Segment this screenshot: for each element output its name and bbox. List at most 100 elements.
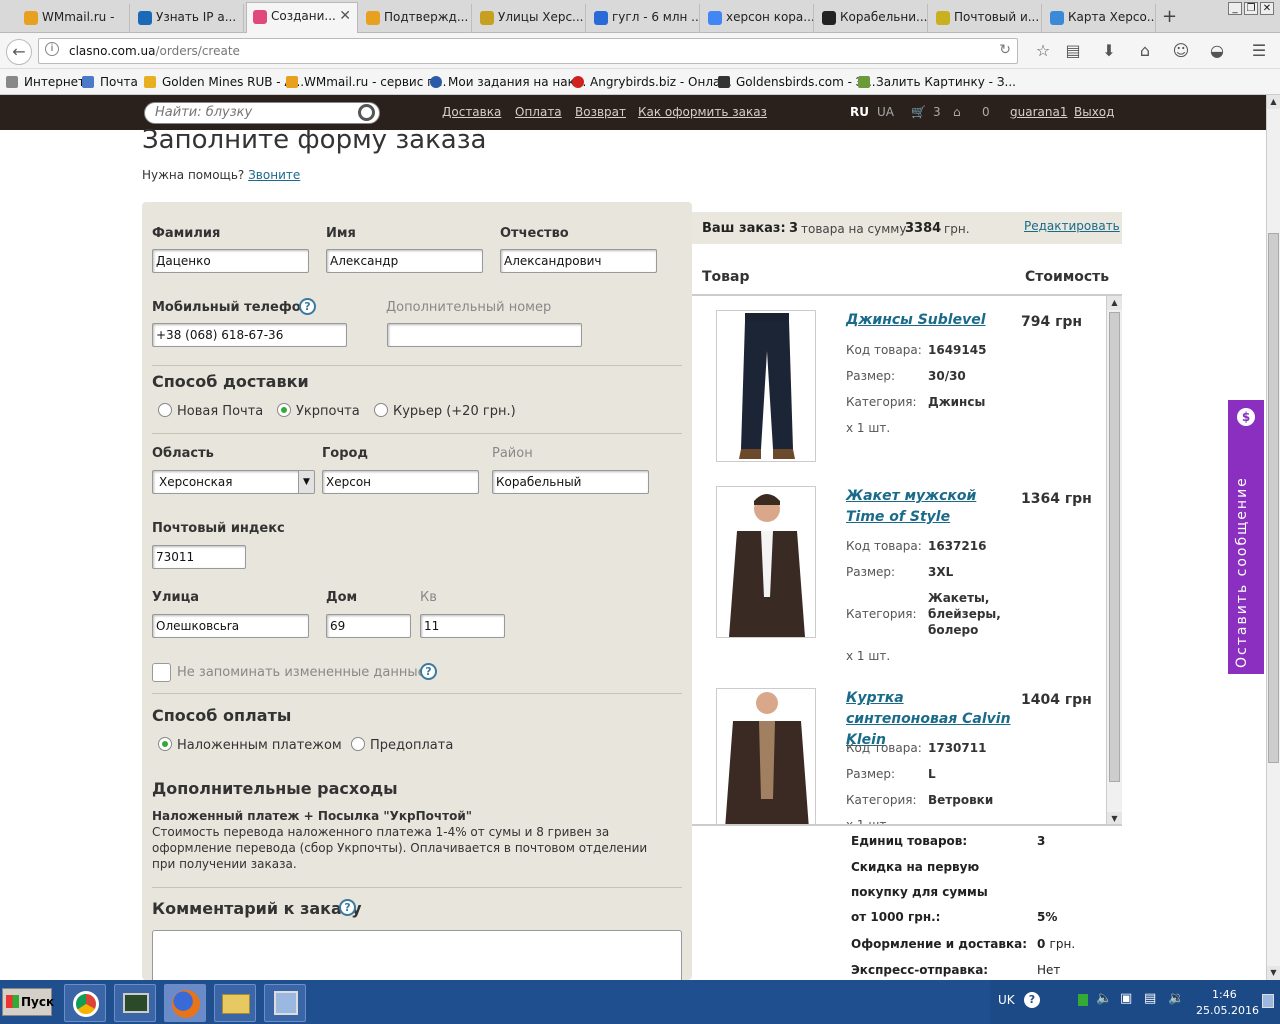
- bookmark-item[interactable]: Почта: [82, 75, 138, 89]
- browser-tab[interactable]: Карта Херсо...: [1044, 4, 1156, 33]
- delivery-novaposhta-radio[interactable]: Новая Почта: [158, 403, 263, 419]
- district-input[interactable]: Корабельный: [492, 470, 649, 494]
- site-search[interactable]: [144, 102, 380, 124]
- product-name-link[interactable]: Жакет мужской Time of Style: [846, 486, 1011, 528]
- taskmgr-taskbar-icon[interactable]: [114, 984, 156, 1022]
- info-icon[interactable]: i: [45, 42, 59, 56]
- scrollbar-thumb[interactable]: [1109, 312, 1120, 782]
- apt-input[interactable]: 11: [420, 614, 505, 638]
- user-link[interactable]: guarana1: [1010, 105, 1067, 119]
- bookmark-item[interactable]: Goldensbirds.com - Э...: [718, 75, 876, 89]
- city-input[interactable]: Херсон: [322, 470, 479, 494]
- browser-tab[interactable]: Почтовый и...: [930, 4, 1042, 33]
- back-arrow-icon[interactable]: ←: [6, 39, 32, 65]
- search-input[interactable]: [155, 105, 355, 120]
- nav-delivery-link[interactable]: Доставка: [442, 105, 501, 119]
- scroll-up-icon[interactable]: ▲: [1107, 296, 1122, 310]
- surname-input[interactable]: Даценко: [152, 249, 309, 273]
- order-item-list[interactable]: Джинсы Sublevel 794 грн Код товара: 1649…: [692, 294, 1122, 826]
- nav-return-link[interactable]: Возврат: [575, 105, 626, 119]
- delivery-courier-radio[interactable]: Курьер (+20 грн.): [374, 403, 516, 419]
- help-icon[interactable]: ?: [420, 663, 437, 680]
- browser-tab[interactable]: Корабельни...: [816, 4, 928, 33]
- cart-icon[interactable]: 🛒: [911, 105, 926, 119]
- bookmark-item[interactable]: Залить Картинку - З...: [858, 75, 1016, 89]
- chrome-taskbar-icon[interactable]: [64, 984, 106, 1022]
- reading-list-icon[interactable]: ▤: [1060, 39, 1086, 65]
- delivery-ukrposhta-radio[interactable]: Укрпочта: [277, 403, 360, 419]
- home-icon[interactable]: ⌂: [1132, 39, 1158, 65]
- payment-prepay-radio[interactable]: Предоплата: [351, 737, 453, 753]
- restore-button[interactable]: ❐: [1244, 2, 1258, 15]
- language-indicator[interactable]: UK: [998, 993, 1015, 1007]
- bookmark-item[interactable]: Angrybirds.biz - Онла...: [572, 75, 732, 89]
- phone-input[interactable]: +38 (068) 618-67-36: [152, 323, 347, 347]
- payment-cod-radio[interactable]: Наложенным платежом: [158, 737, 342, 753]
- edit-order-link[interactable]: Редактировать: [1024, 219, 1120, 233]
- extra-phone-input[interactable]: [387, 323, 582, 347]
- lang-ua[interactable]: UA: [877, 105, 894, 119]
- tray-icon[interactable]: ▤: [1144, 991, 1156, 1006]
- new-tab-button[interactable]: +: [1162, 6, 1177, 27]
- leave-message-tab[interactable]: $ Оставить сообщение: [1228, 400, 1264, 674]
- speaker-icon[interactable]: 🔈: [1096, 991, 1112, 1006]
- product-image[interactable]: [716, 486, 816, 638]
- nav-payment-link[interactable]: Оплата: [515, 105, 562, 119]
- patronymic-input[interactable]: Александрович: [500, 249, 657, 273]
- remember-checkbox[interactable]: [152, 663, 171, 682]
- order-list-scrollbar[interactable]: ▲ ▼: [1106, 296, 1122, 824]
- browser-tab[interactable]: херсон кора...: [702, 4, 814, 33]
- hanger-icon[interactable]: ⌂: [953, 105, 961, 119]
- menu-icon[interactable]: ☰: [1246, 39, 1272, 65]
- network-taskbar-icon[interactable]: [264, 984, 306, 1022]
- browser-tab-active[interactable]: Создани... ✕: [246, 2, 358, 33]
- help-icon[interactable]: ?: [299, 298, 316, 315]
- firefox-taskbar-icon[interactable]: [164, 984, 206, 1022]
- product-name-link[interactable]: Джинсы Sublevel: [846, 310, 1006, 331]
- browser-tab[interactable]: Узнать IP а...: [132, 4, 244, 33]
- search-icon[interactable]: [358, 104, 375, 121]
- tray-app-icon[interactable]: [1078, 994, 1088, 1006]
- browser-tab[interactable]: Улицы Херс...: [474, 4, 586, 33]
- scroll-down-icon[interactable]: ▼: [1267, 966, 1280, 980]
- bookmark-item[interactable]: WMmail.ru - сервис п...: [286, 75, 446, 89]
- product-image[interactable]: [716, 688, 816, 824]
- call-link[interactable]: Звоните: [248, 168, 300, 182]
- house-input[interactable]: 69: [326, 614, 411, 638]
- scrollbar-thumb[interactable]: [1268, 233, 1279, 763]
- start-button[interactable]: Пуск: [2, 988, 54, 1016]
- bookmark-star-icon[interactable]: ☆: [1030, 39, 1056, 65]
- close-window-button[interactable]: ✕: [1260, 2, 1274, 15]
- network-icon[interactable]: ▣: [1120, 991, 1132, 1006]
- browser-tab[interactable]: Подтвержд...: [360, 4, 472, 33]
- show-desktop-button[interactable]: [1262, 994, 1274, 1008]
- chevron-down-icon[interactable]: ▼: [298, 471, 314, 493]
- bookmark-item[interactable]: Интернет: [6, 75, 85, 89]
- tab-close-icon[interactable]: ✕: [339, 8, 351, 24]
- chat-icon[interactable]: ☺: [1168, 39, 1194, 65]
- logout-link[interactable]: Выход: [1074, 105, 1114, 119]
- browser-tab[interactable]: WMmail.ru -: [18, 4, 130, 33]
- scroll-up-icon[interactable]: ▲: [1267, 95, 1280, 109]
- pocket-icon[interactable]: ◒: [1204, 39, 1230, 65]
- bookmark-item[interactable]: Мои задания на нак...: [430, 75, 586, 89]
- bookmark-item[interactable]: Golden Mines RUB - А...: [144, 75, 304, 89]
- region-select[interactable]: Херсонская ▼: [152, 470, 315, 494]
- street-input[interactable]: Олешковсьrа: [152, 614, 309, 638]
- name-input[interactable]: Александр: [326, 249, 483, 273]
- volume-icon[interactable]: 🔉: [1168, 991, 1184, 1006]
- scroll-down-icon[interactable]: ▼: [1107, 812, 1122, 824]
- lang-ru[interactable]: RU: [850, 105, 869, 119]
- explorer-taskbar-icon[interactable]: [214, 984, 256, 1022]
- address-bar[interactable]: i clasno.com.ua/orders/create ↻: [38, 38, 1018, 64]
- product-image[interactable]: [716, 310, 816, 462]
- help-icon[interactable]: ?: [339, 899, 356, 916]
- reload-icon[interactable]: ↻: [999, 42, 1011, 58]
- page-scrollbar[interactable]: ▲ ▼: [1266, 95, 1280, 980]
- download-icon[interactable]: ⬇: [1096, 39, 1122, 65]
- minimize-button[interactable]: _: [1228, 2, 1242, 15]
- zip-input[interactable]: 73011: [152, 545, 246, 569]
- browser-tab[interactable]: гугл - 6 млн ...: [588, 4, 700, 33]
- nav-howto-link[interactable]: Как оформить заказ: [638, 105, 767, 119]
- help-icon[interactable]: ?: [1024, 992, 1040, 1008]
